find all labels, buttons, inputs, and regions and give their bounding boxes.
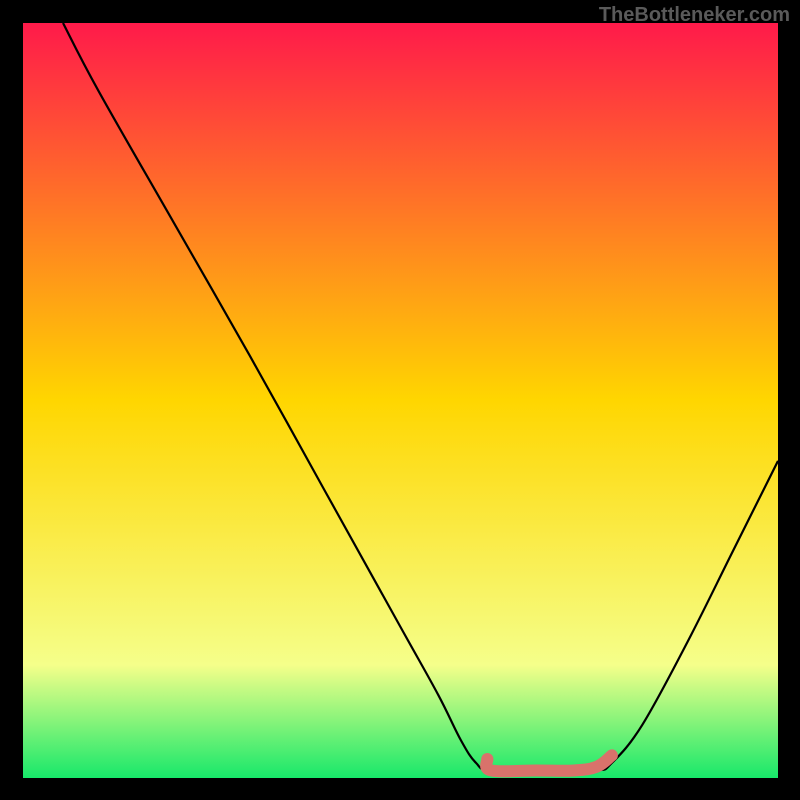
chart-background bbox=[23, 23, 778, 778]
chart-svg bbox=[23, 23, 778, 778]
watermark-text: TheBottleneker.com bbox=[599, 4, 790, 27]
chart-plot-area bbox=[23, 23, 778, 778]
optimal-point-dot bbox=[481, 753, 493, 765]
